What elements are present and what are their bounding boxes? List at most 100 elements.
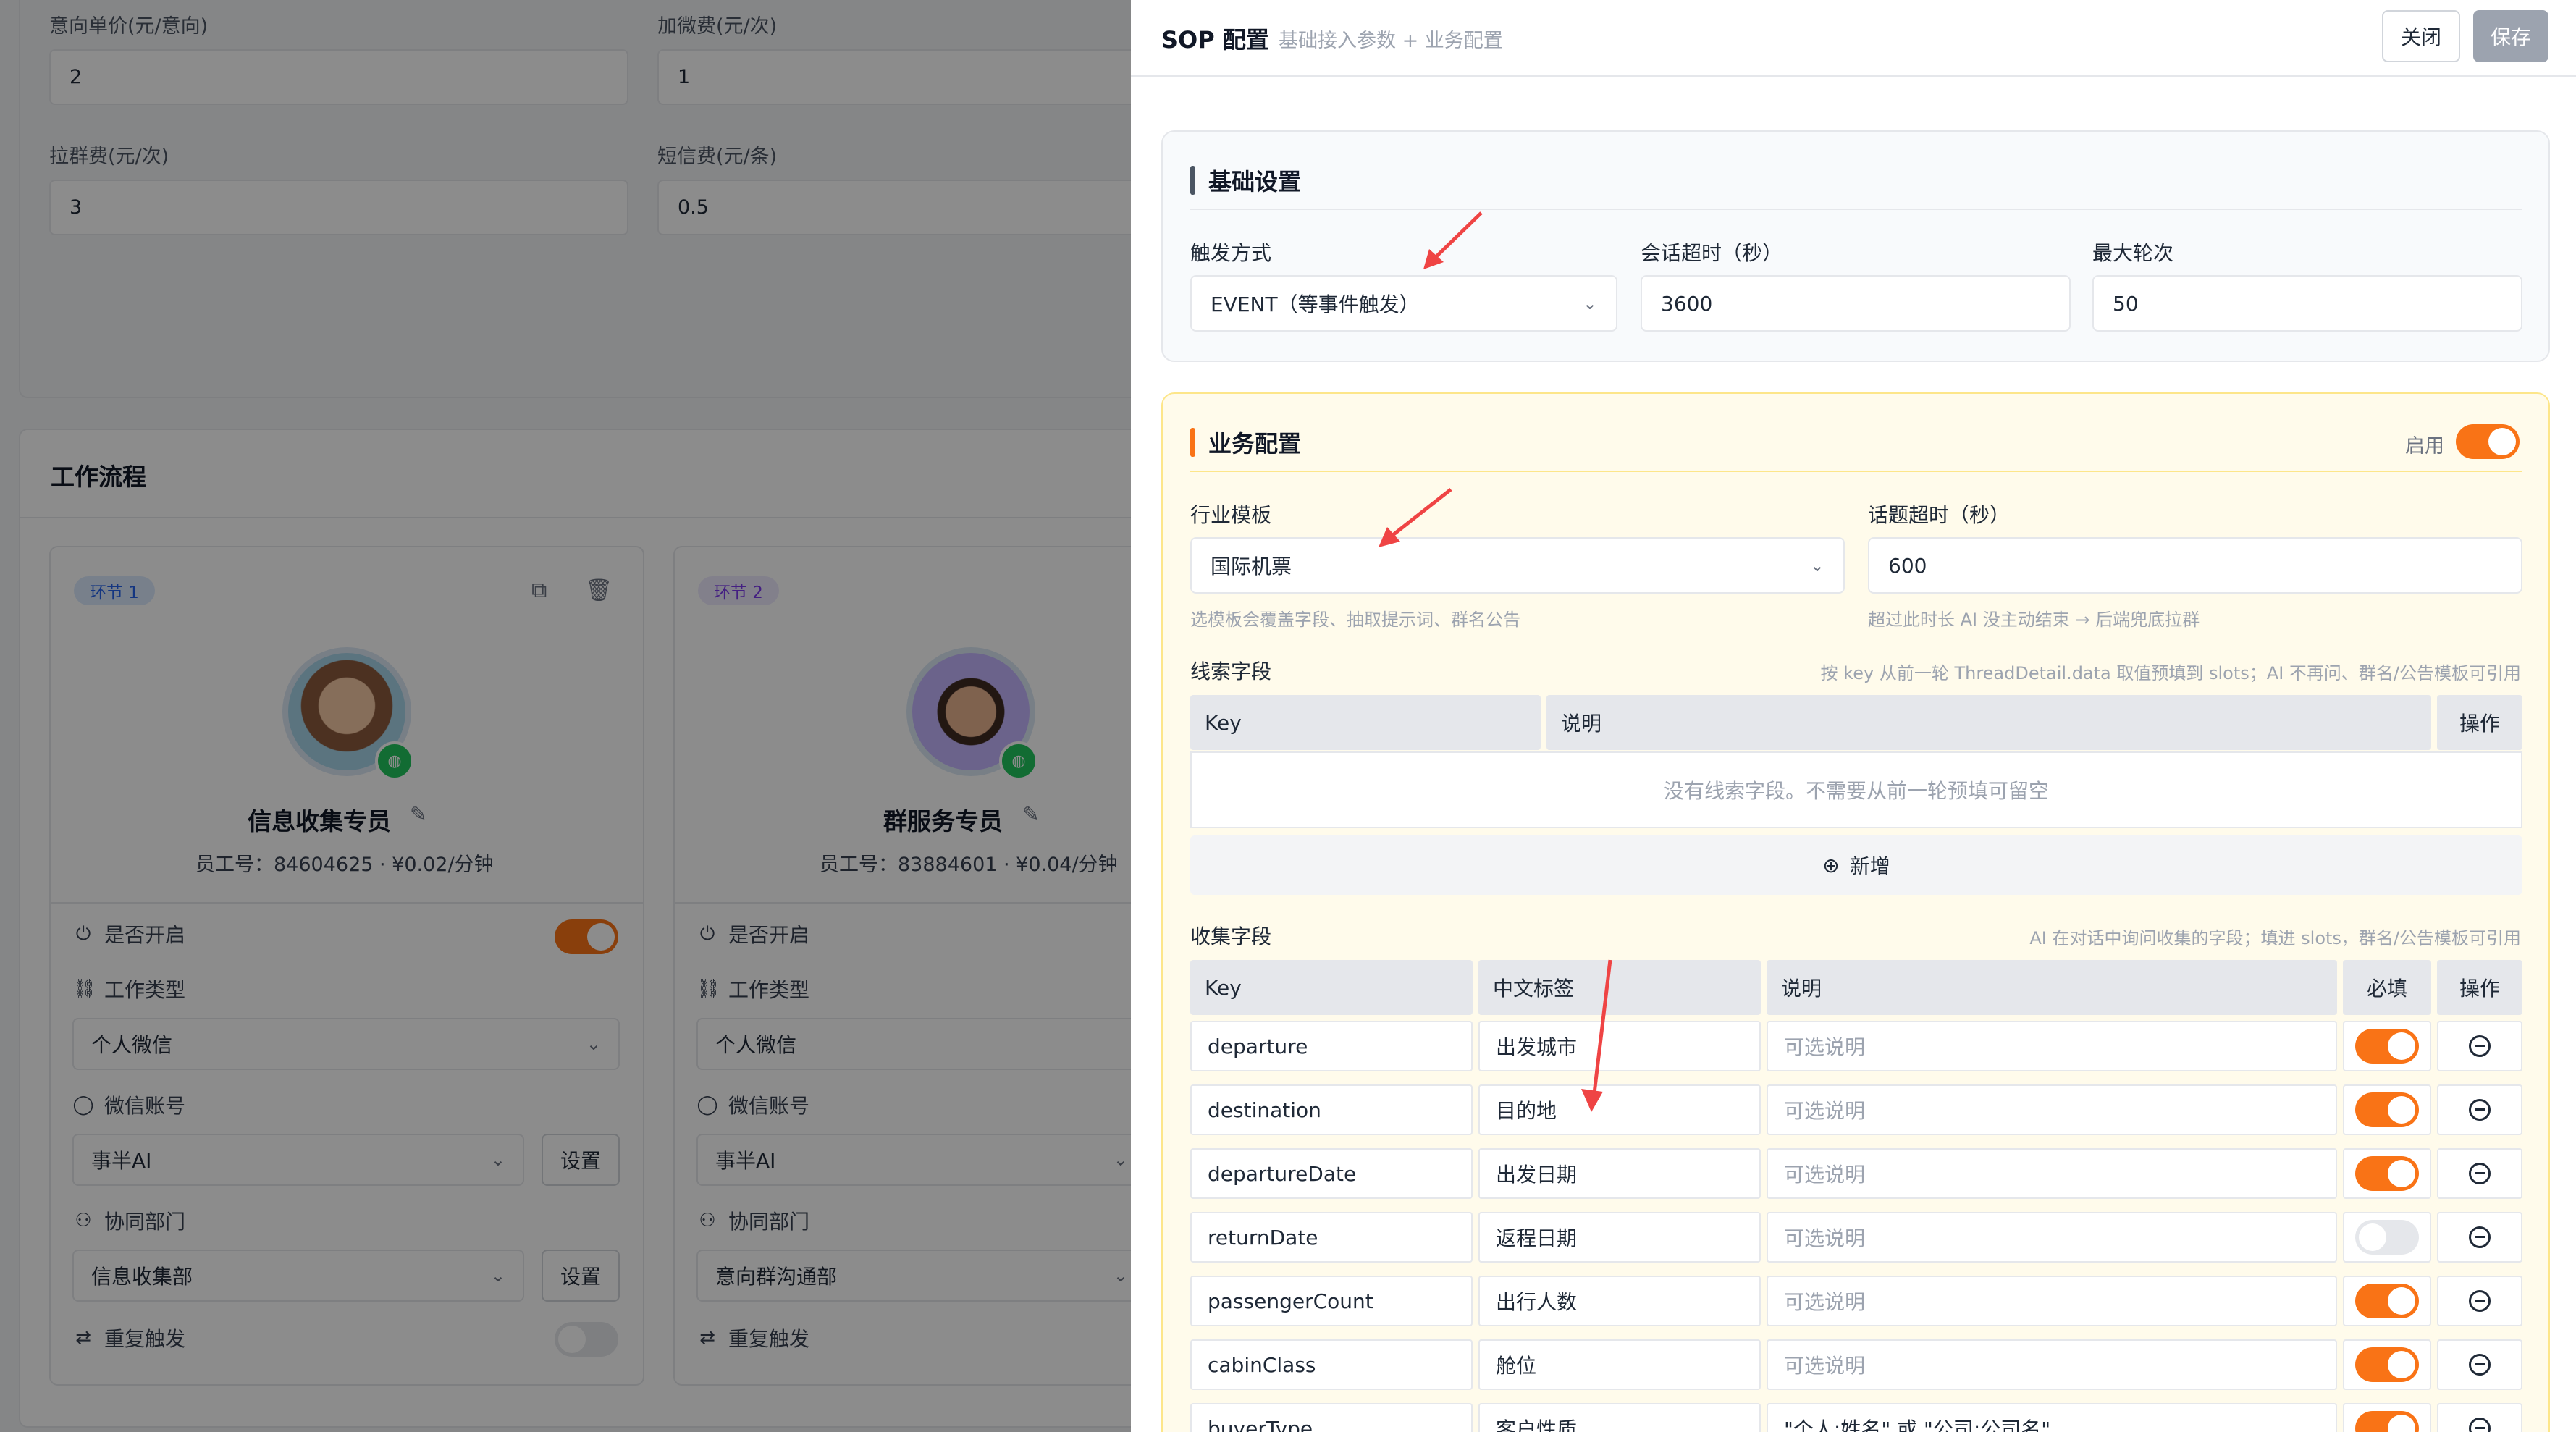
collect-header-actions: 操作 bbox=[2437, 960, 2522, 1015]
remove-row-icon[interactable] bbox=[2469, 1354, 2491, 1376]
required-cell bbox=[2343, 1212, 2431, 1263]
business-enable-toggle[interactable] bbox=[2456, 424, 2520, 459]
clue-add-button[interactable]: ⊕ 新增 bbox=[1190, 835, 2522, 895]
topic-timeout-hint: 超过此时长 AI 没主动结束 → 后端兜底拉群 bbox=[1868, 610, 2200, 630]
actions-cell bbox=[2437, 1339, 2522, 1390]
collect-header-label: 中文标签 bbox=[1478, 960, 1761, 1015]
industry-template-value: 国际机票 bbox=[1211, 555, 1292, 578]
actions-cell bbox=[2437, 1148, 2522, 1199]
actions-cell bbox=[2437, 1212, 2522, 1263]
remove-row-icon[interactable] bbox=[2469, 1035, 2491, 1057]
save-button[interactable]: 保存 bbox=[2473, 10, 2548, 62]
field-desc-input[interactable]: 可选说明 bbox=[1767, 1212, 2337, 1263]
field-desc-input[interactable]: "个人:姓名" 或 "公司:公司名" bbox=[1767, 1403, 2337, 1432]
sop-config-drawer: SOP 配置 基础接入参数 + 业务配置 关闭 保存 基础设置 触发方式 EVE… bbox=[1131, 0, 2576, 1432]
collect-header-required: 必填 bbox=[2343, 960, 2431, 1015]
topic-timeout-input[interactable]: 600 bbox=[1868, 537, 2522, 594]
field-label-input[interactable]: 出行人数 bbox=[1478, 1276, 1761, 1326]
actions-cell bbox=[2437, 1021, 2522, 1071]
drawer-subtitle: 基础接入参数 + 业务配置 bbox=[1279, 30, 1503, 52]
business-config-title: 业务配置 bbox=[1190, 426, 1301, 459]
collect-fields-hint: AI 在对话中询问收集的字段；填进 slots，群名/公告模板可引用 bbox=[2029, 928, 2521, 948]
field-key-input[interactable]: buyerType bbox=[1190, 1403, 1473, 1432]
field-key-input[interactable]: departureDate bbox=[1190, 1148, 1473, 1199]
clue-add-label: 新增 bbox=[1849, 854, 1890, 878]
industry-template-label: 行业模板 bbox=[1190, 503, 1272, 527]
trigger-value: EVENT（等事件触发） bbox=[1211, 292, 1420, 316]
field-label-input[interactable]: 出发日期 bbox=[1478, 1148, 1761, 1199]
max-rounds-label: 最大轮次 bbox=[2092, 241, 2174, 265]
business-enable-label: 启用 bbox=[2405, 435, 2444, 458]
clue-header-actions: 操作 bbox=[2437, 695, 2522, 750]
remove-row-icon[interactable] bbox=[2469, 1099, 2491, 1121]
remove-row-icon[interactable] bbox=[2469, 1163, 2491, 1184]
actions-cell bbox=[2437, 1403, 2522, 1432]
field-desc-input[interactable]: 可选说明 bbox=[1767, 1339, 2337, 1390]
field-label-input[interactable]: 出发城市 bbox=[1478, 1021, 1761, 1071]
actions-cell bbox=[2437, 1084, 2522, 1135]
business-config-panel: 业务配置 启用 行业模板 国际机票 ⌄ 选模板会覆盖字段、抽取提示词、群名公告 话… bbox=[1161, 392, 2550, 1432]
trigger-select[interactable]: EVENT（等事件触发） ⌄ bbox=[1190, 275, 1617, 332]
remove-row-icon[interactable] bbox=[2469, 1226, 2491, 1248]
industry-template-select[interactable]: 国际机票 ⌄ bbox=[1190, 537, 1845, 594]
field-desc-input[interactable]: 可选说明 bbox=[1767, 1084, 2337, 1135]
required-toggle[interactable] bbox=[2355, 1092, 2419, 1127]
field-key-input[interactable]: passengerCount bbox=[1190, 1276, 1473, 1326]
required-toggle[interactable] bbox=[2355, 1156, 2419, 1191]
actions-cell bbox=[2437, 1276, 2522, 1326]
required-cell bbox=[2343, 1403, 2431, 1432]
max-rounds-input[interactable]: 50 bbox=[2092, 275, 2522, 332]
required-toggle[interactable] bbox=[2355, 1347, 2419, 1382]
basic-settings-title: 基础设置 bbox=[1190, 164, 1301, 197]
section-bar bbox=[1190, 166, 1195, 195]
required-cell bbox=[2343, 1339, 2431, 1390]
collect-header-desc: 说明 bbox=[1767, 960, 2337, 1015]
field-desc-input[interactable]: 可选说明 bbox=[1767, 1276, 2337, 1326]
drawer-header: SOP 配置 基础接入参数 + 业务配置 关闭 保存 bbox=[1131, 0, 2576, 77]
field-desc-input[interactable]: 可选说明 bbox=[1767, 1148, 2337, 1199]
remove-row-icon[interactable] bbox=[2469, 1418, 2491, 1432]
field-label-input[interactable]: 目的地 bbox=[1478, 1084, 1761, 1135]
field-key-input[interactable]: returnDate bbox=[1190, 1212, 1473, 1263]
required-toggle[interactable] bbox=[2355, 1411, 2419, 1432]
topic-timeout-label: 话题超时（秒） bbox=[1868, 503, 2011, 527]
field-label-input[interactable]: 舱位 bbox=[1478, 1339, 1761, 1390]
clue-header-desc: 说明 bbox=[1546, 695, 2431, 750]
divider bbox=[1190, 471, 2522, 472]
field-key-input[interactable]: destination bbox=[1190, 1084, 1473, 1135]
industry-template-hint: 选模板会覆盖字段、抽取提示词、群名公告 bbox=[1190, 610, 1520, 630]
plus-circle-icon: ⊕ bbox=[1822, 853, 1840, 877]
required-toggle[interactable] bbox=[2355, 1220, 2419, 1255]
divider bbox=[1190, 209, 2522, 210]
clue-fields-title: 线索字段 bbox=[1190, 660, 1272, 683]
field-label-input[interactable]: 客户性质 bbox=[1478, 1403, 1761, 1432]
required-cell bbox=[2343, 1148, 2431, 1199]
session-timeout-input[interactable]: 3600 bbox=[1641, 275, 2071, 332]
trigger-label: 触发方式 bbox=[1190, 241, 1272, 265]
field-key-input[interactable]: cabinClass bbox=[1190, 1339, 1473, 1390]
collect-header-key: Key bbox=[1190, 960, 1473, 1015]
required-toggle[interactable] bbox=[2355, 1284, 2419, 1318]
session-timeout-label: 会话超时（秒） bbox=[1641, 241, 1783, 265]
field-desc-input[interactable]: 可选说明 bbox=[1767, 1021, 2337, 1071]
close-button[interactable]: 关闭 bbox=[2382, 10, 2460, 62]
remove-row-icon[interactable] bbox=[2469, 1290, 2491, 1312]
field-label-input[interactable]: 返程日期 bbox=[1478, 1212, 1761, 1263]
required-toggle[interactable] bbox=[2355, 1029, 2419, 1064]
clue-header-key: Key bbox=[1190, 695, 1541, 750]
basic-settings-panel: 基础设置 触发方式 EVENT（等事件触发） ⌄ 会话超时（秒） 3600 最大轮… bbox=[1161, 130, 2550, 362]
drawer-title: SOP 配置 bbox=[1161, 26, 1269, 54]
collect-fields-title: 收集字段 bbox=[1190, 925, 1272, 948]
chevron-down-icon: ⌄ bbox=[1582, 293, 1597, 313]
required-cell bbox=[2343, 1276, 2431, 1326]
business-config-title-text: 业务配置 bbox=[1208, 430, 1302, 458]
chevron-down-icon: ⌄ bbox=[1809, 555, 1824, 576]
clue-fields-hint: 按 key 从前一轮 ThreadDetail.data 取值预填到 slots… bbox=[1820, 663, 2521, 683]
clue-empty-state: 没有线索字段。不需要从前一轮预填可留空 bbox=[1190, 751, 2522, 828]
section-bar bbox=[1190, 428, 1195, 457]
required-cell bbox=[2343, 1021, 2431, 1071]
modal-overlay[interactable] bbox=[0, 0, 1131, 1432]
field-key-input[interactable]: departure bbox=[1190, 1021, 1473, 1071]
basic-settings-title-text: 基础设置 bbox=[1208, 168, 1302, 195]
required-cell bbox=[2343, 1084, 2431, 1135]
